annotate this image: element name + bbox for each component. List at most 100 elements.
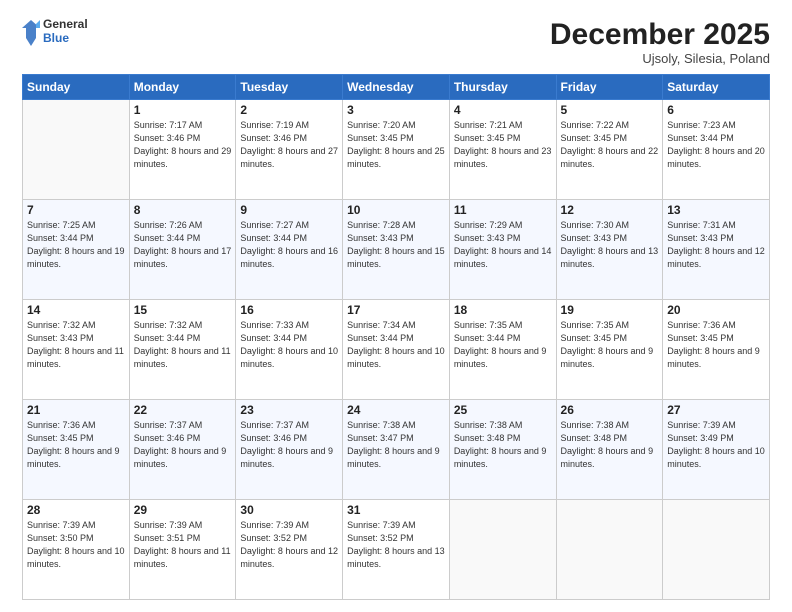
calendar-header-row: Sunday Monday Tuesday Wednesday Thursday…	[23, 75, 770, 100]
day-number: 2	[240, 103, 338, 117]
calendar-day: 7 Sunrise: 7:25 AMSunset: 3:44 PMDaylight…	[23, 200, 130, 300]
day-number: 19	[561, 303, 659, 317]
calendar-day: 2 Sunrise: 7:19 AMSunset: 3:46 PMDaylight…	[236, 100, 343, 200]
day-detail: Sunrise: 7:34 AMSunset: 3:44 PMDaylight:…	[347, 319, 445, 371]
day-number: 14	[27, 303, 125, 317]
day-number: 17	[347, 303, 445, 317]
day-detail: Sunrise: 7:19 AMSunset: 3:46 PMDaylight:…	[240, 119, 338, 171]
calendar-day: 23 Sunrise: 7:37 AMSunset: 3:46 PMDayligh…	[236, 400, 343, 500]
calendar-day: 10 Sunrise: 7:28 AMSunset: 3:43 PMDayligh…	[343, 200, 450, 300]
day-number: 21	[27, 403, 125, 417]
calendar-day: 22Sunrise: 7:37 AMSunset: 3:46 PMDayligh…	[129, 400, 236, 500]
day-number: 13	[667, 203, 765, 217]
calendar-day: 14 Sunrise: 7:32 AMSunset: 3:43 PMDayligh…	[23, 300, 130, 400]
day-number: 28	[27, 503, 125, 517]
calendar-day: 11Sunrise: 7:29 AMSunset: 3:43 PMDayligh…	[449, 200, 556, 300]
day-detail: Sunrise: 7:39 AMSunset: 3:52 PMDaylight:…	[347, 519, 445, 571]
day-number: 12	[561, 203, 659, 217]
day-number: 22	[134, 403, 232, 417]
calendar-day: 31 Sunrise: 7:39 AMSunset: 3:52 PMDayligh…	[343, 500, 450, 600]
day-number: 5	[561, 103, 659, 117]
title-block: December 2025 Ujsoly, Silesia, Poland	[550, 18, 770, 66]
day-detail: Sunrise: 7:39 AMSunset: 3:50 PMDaylight:…	[27, 519, 125, 571]
day-detail: Sunrise: 7:28 AMSunset: 3:43 PMDaylight:…	[347, 219, 445, 271]
day-number: 29	[134, 503, 232, 517]
calendar-day: 13 Sunrise: 7:31 AMSunset: 3:43 PMDayligh…	[663, 200, 770, 300]
calendar-day: 20Sunrise: 7:36 AMSunset: 3:45 PMDayligh…	[663, 300, 770, 400]
col-friday: Friday	[556, 75, 663, 100]
day-number: 20	[667, 303, 765, 317]
calendar-day: 12Sunrise: 7:30 AMSunset: 3:43 PMDayligh…	[556, 200, 663, 300]
logo-blue: Blue	[43, 32, 88, 46]
calendar-day	[449, 500, 556, 600]
day-number: 10	[347, 203, 445, 217]
day-number: 27	[667, 403, 765, 417]
calendar-week-0: 1Sunrise: 7:17 AMSunset: 3:46 PMDaylight…	[23, 100, 770, 200]
day-detail: Sunrise: 7:38 AMSunset: 3:47 PMDaylight:…	[347, 419, 445, 471]
day-number: 8	[134, 203, 232, 217]
col-monday: Monday	[129, 75, 236, 100]
day-number: 7	[27, 203, 125, 217]
day-number: 3	[347, 103, 445, 117]
day-detail: Sunrise: 7:21 AMSunset: 3:45 PMDaylight:…	[454, 119, 552, 171]
calendar-day: 1Sunrise: 7:17 AMSunset: 3:46 PMDaylight…	[129, 100, 236, 200]
day-number: 30	[240, 503, 338, 517]
day-number: 25	[454, 403, 552, 417]
day-detail: Sunrise: 7:27 AMSunset: 3:44 PMDaylight:…	[240, 219, 338, 271]
day-detail: Sunrise: 7:39 AMSunset: 3:51 PMDaylight:…	[134, 519, 232, 571]
day-detail: Sunrise: 7:33 AMSunset: 3:44 PMDaylight:…	[240, 319, 338, 371]
calendar-day: 28 Sunrise: 7:39 AMSunset: 3:50 PMDayligh…	[23, 500, 130, 600]
day-detail: Sunrise: 7:26 AMSunset: 3:44 PMDaylight:…	[134, 219, 232, 271]
day-detail: Sunrise: 7:22 AMSunset: 3:45 PMDaylight:…	[561, 119, 659, 171]
col-sunday: Sunday	[23, 75, 130, 100]
day-detail: Sunrise: 7:35 AMSunset: 3:45 PMDaylight:…	[561, 319, 659, 371]
day-number: 23	[240, 403, 338, 417]
calendar-day: 16Sunrise: 7:33 AMSunset: 3:44 PMDayligh…	[236, 300, 343, 400]
day-number: 31	[347, 503, 445, 517]
calendar-day: 26 Sunrise: 7:38 AMSunset: 3:48 PMDayligh…	[556, 400, 663, 500]
day-number: 11	[454, 203, 552, 217]
day-number: 26	[561, 403, 659, 417]
calendar-week-4: 28 Sunrise: 7:39 AMSunset: 3:50 PMDayligh…	[23, 500, 770, 600]
calendar-day: 4 Sunrise: 7:21 AMSunset: 3:45 PMDaylight…	[449, 100, 556, 200]
day-number: 24	[347, 403, 445, 417]
logo-general: General	[43, 18, 88, 32]
logo: General Blue	[22, 18, 88, 46]
day-detail: Sunrise: 7:39 AMSunset: 3:52 PMDaylight:…	[240, 519, 338, 571]
page: General Blue December 2025 Ujsoly, Siles…	[0, 0, 792, 612]
calendar-day	[663, 500, 770, 600]
day-detail: Sunrise: 7:31 AMSunset: 3:43 PMDaylight:…	[667, 219, 765, 271]
calendar-week-3: 21 Sunrise: 7:36 AMSunset: 3:45 PMDayligh…	[23, 400, 770, 500]
day-detail: Sunrise: 7:38 AMSunset: 3:48 PMDaylight:…	[454, 419, 552, 471]
calendar-day: 21 Sunrise: 7:36 AMSunset: 3:45 PMDayligh…	[23, 400, 130, 500]
calendar-day: 30 Sunrise: 7:39 AMSunset: 3:52 PMDayligh…	[236, 500, 343, 600]
header: General Blue December 2025 Ujsoly, Siles…	[22, 18, 770, 66]
calendar-day: 18 Sunrise: 7:35 AMSunset: 3:44 PMDayligh…	[449, 300, 556, 400]
day-number: 18	[454, 303, 552, 317]
calendar-day: 25 Sunrise: 7:38 AMSunset: 3:48 PMDayligh…	[449, 400, 556, 500]
day-detail: Sunrise: 7:35 AMSunset: 3:44 PMDaylight:…	[454, 319, 552, 371]
day-detail: Sunrise: 7:23 AMSunset: 3:44 PMDaylight:…	[667, 119, 765, 171]
day-detail: Sunrise: 7:36 AMSunset: 3:45 PMDaylight:…	[27, 419, 125, 471]
calendar-day: 5 Sunrise: 7:22 AMSunset: 3:45 PMDaylight…	[556, 100, 663, 200]
logo-bird-icon	[22, 18, 40, 46]
day-number: 4	[454, 103, 552, 117]
day-number: 1	[134, 103, 232, 117]
calendar-day: 9Sunrise: 7:27 AMSunset: 3:44 PMDaylight…	[236, 200, 343, 300]
calendar-day	[556, 500, 663, 600]
day-detail: Sunrise: 7:32 AMSunset: 3:43 PMDaylight:…	[27, 319, 125, 371]
col-saturday: Saturday	[663, 75, 770, 100]
calendar-week-1: 7 Sunrise: 7:25 AMSunset: 3:44 PMDaylight…	[23, 200, 770, 300]
calendar-day: 6Sunrise: 7:23 AMSunset: 3:44 PMDaylight…	[663, 100, 770, 200]
day-detail: Sunrise: 7:25 AMSunset: 3:44 PMDaylight:…	[27, 219, 125, 271]
day-detail: Sunrise: 7:20 AMSunset: 3:45 PMDaylight:…	[347, 119, 445, 171]
day-detail: Sunrise: 7:32 AMSunset: 3:44 PMDaylight:…	[134, 319, 232, 371]
calendar-day: 8 Sunrise: 7:26 AMSunset: 3:44 PMDaylight…	[129, 200, 236, 300]
day-detail: Sunrise: 7:37 AMSunset: 3:46 PMDaylight:…	[240, 419, 338, 471]
calendar-day: 29 Sunrise: 7:39 AMSunset: 3:51 PMDayligh…	[129, 500, 236, 600]
calendar-day: 24 Sunrise: 7:38 AMSunset: 3:47 PMDayligh…	[343, 400, 450, 500]
calendar-table: Sunday Monday Tuesday Wednesday Thursday…	[22, 74, 770, 600]
col-thursday: Thursday	[449, 75, 556, 100]
col-wednesday: Wednesday	[343, 75, 450, 100]
day-detail: Sunrise: 7:38 AMSunset: 3:48 PMDaylight:…	[561, 419, 659, 471]
